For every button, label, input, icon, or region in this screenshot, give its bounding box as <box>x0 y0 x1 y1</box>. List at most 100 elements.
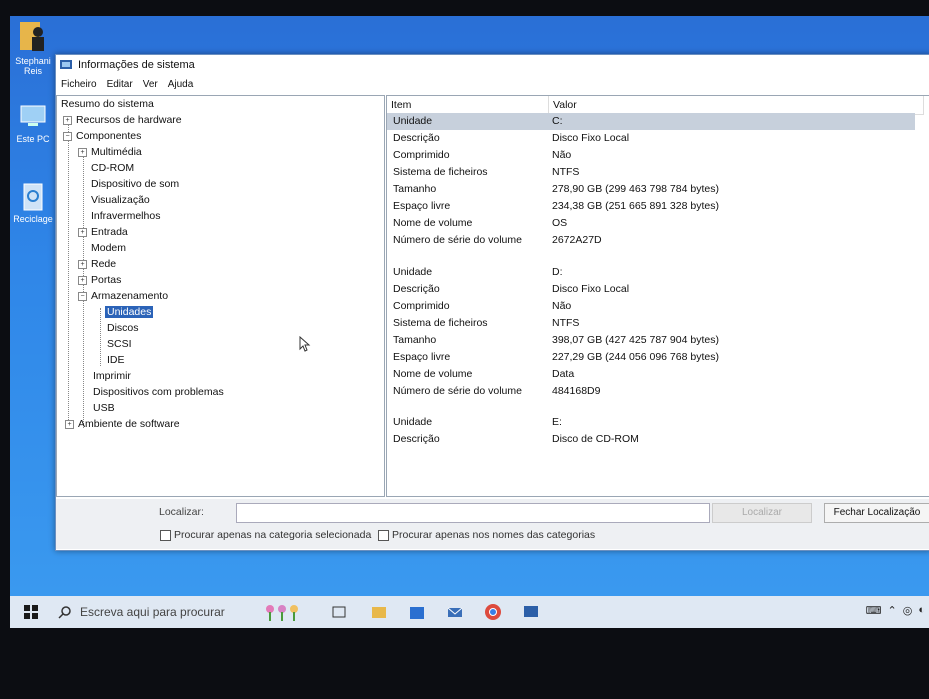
tree-item-hardware-resources[interactable]: + Recursos de hardware <box>63 114 182 126</box>
tree-guide <box>68 116 69 428</box>
file-explorer-icon[interactable] <box>370 603 388 621</box>
row-value: 234,38 GB (251 665 891 328 bytes) <box>552 200 719 212</box>
tree-item-label: Resumo do sistema <box>61 98 154 110</box>
row-item: Nome de volume <box>393 217 473 229</box>
table-row[interactable]: Comprimido Não <box>387 147 915 164</box>
search-names-checkbox[interactable]: Procurar apenas nos nomes das categorias <box>378 529 595 541</box>
table-row[interactable]: Nome de volume Data <box>387 366 915 383</box>
recycle-bin-icon <box>23 183 43 211</box>
chevron-up-icon[interactable]: ⌃ <box>888 604 897 617</box>
mail-icon[interactable] <box>446 603 464 621</box>
collapse-minus-icon[interactable]: − <box>63 131 72 141</box>
table-row[interactable]: Espaço livre 227,29 GB (244 056 096 768 b… <box>387 349 915 366</box>
tree-item-label: Modem <box>91 242 127 254</box>
tree-item-label: Ambiente de software <box>78 418 180 430</box>
chrome-icon[interactable] <box>484 603 502 621</box>
tree-item-disks[interactable]: Discos <box>107 322 139 334</box>
row-item: Espaço livre <box>393 351 451 363</box>
table-row[interactable]: Espaço livre 234,38 GB (251 665 891 328 b… <box>387 198 915 215</box>
tree-item-print[interactable]: Imprimir <box>93 370 131 382</box>
tree-item-components[interactable]: − Componentes <box>63 130 141 142</box>
row-value: 484168D9 <box>552 385 601 397</box>
checkbox-box[interactable] <box>378 529 389 541</box>
table-row[interactable]: Número de série do volume 484168D9 <box>387 383 915 400</box>
title-bar[interactable]: Informações de sistema <box>56 55 929 75</box>
row-item: Sistema de ficheiros <box>393 166 488 178</box>
table-row[interactable]: Unidade E: <box>387 414 915 431</box>
desktop-icon-label: Reis <box>23 66 42 76</box>
desktop-icon-user-folder[interactable]: Stephani Reis <box>10 18 56 76</box>
tree-item-problem-devices[interactable]: Dispositivos com problemas <box>93 386 224 398</box>
table-row[interactable]: Unidade D: <box>387 264 915 281</box>
details-panel: Item Valor Unidade C: Descrição Disco Fixo … <box>386 95 929 497</box>
tree-item-ide[interactable]: IDE <box>107 354 125 366</box>
row-value: 398,07 GB (427 425 787 904 bytes) <box>552 334 719 346</box>
tree-item-scsi[interactable]: SCSI <box>107 338 132 350</box>
expand-plus-icon[interactable]: + <box>78 275 87 285</box>
tree-item-display[interactable]: Visualização <box>91 194 150 206</box>
row-value: E: <box>552 416 562 428</box>
desktop-icon-recycle-bin[interactable]: Reciclage <box>10 180 56 224</box>
tree-item-sound[interactable]: Dispositivo de som <box>91 178 179 190</box>
windows-start-icon[interactable] <box>22 603 40 621</box>
speaker-icon[interactable]: ◐ <box>918 604 925 617</box>
row-item: Tamanho <box>393 183 437 195</box>
menu-ver[interactable]: Ver <box>138 79 163 90</box>
row-value: NTFS <box>552 317 580 329</box>
close-find-button[interactable]: Fechar Localização <box>824 503 929 523</box>
tree-item-ports[interactable]: + Portas <box>78 274 121 286</box>
category-tree[interactable]: Resumo do sistema + Recursos de hardware … <box>56 95 385 497</box>
expand-plus-icon[interactable]: + <box>78 147 87 157</box>
taskbar-search[interactable]: Escreva aqui para procurar <box>48 596 258 628</box>
tree-item-input[interactable]: + Entrada <box>78 226 128 238</box>
expand-plus-icon[interactable]: + <box>65 419 74 429</box>
system-info-taskbar-icon[interactable] <box>522 603 540 621</box>
tree-item-infrared[interactable]: Infravermelhos <box>91 210 160 222</box>
table-row[interactable]: Tamanho 398,07 GB (427 425 787 904 bytes) <box>387 332 915 349</box>
tree-item-label: Portas <box>91 274 122 286</box>
tree-item-software-environment[interactable]: + Ambiente de software <box>65 418 180 430</box>
tree-item-label: Multimédia <box>91 146 142 158</box>
expand-plus-icon[interactable]: + <box>78 259 87 269</box>
network-icon[interactable]: ◎ <box>903 604 913 617</box>
tree-item-cdrom[interactable]: CD-ROM <box>91 162 134 174</box>
tree-item-storage[interactable]: − Armazenamento <box>78 290 168 302</box>
table-row[interactable]: Número de série do volume 2672A27D <box>387 232 915 249</box>
task-view-icon[interactable] <box>330 603 348 621</box>
find-input[interactable] <box>236 503 710 523</box>
tree-item-system-summary[interactable]: Resumo do sistema <box>61 98 154 110</box>
table-row[interactable]: Descrição Disco de CD-ROM <box>387 431 915 448</box>
table-row[interactable]: Unidade C: <box>387 113 915 130</box>
menu-ficheiro[interactable]: Ficheiro <box>56 79 102 90</box>
search-category-checkbox[interactable]: Procurar apenas na categoria selecionada <box>160 529 371 541</box>
table-row[interactable]: Descrição Disco Fixo Local <box>387 281 915 298</box>
tree-item-multimedia[interactable]: + Multimédia <box>78 146 142 158</box>
tree-item-drives[interactable]: Unidades <box>105 306 154 318</box>
menu-editar[interactable]: Editar <box>102 79 138 90</box>
store-icon[interactable] <box>408 603 426 621</box>
tree-item-label: USB <box>93 402 115 414</box>
tree-item-usb[interactable]: USB <box>93 402 115 414</box>
tree-item-label: Dispositivos com problemas <box>93 386 224 398</box>
tree-item-modem[interactable]: Modem <box>91 242 126 254</box>
system-info-app-icon <box>60 60 72 69</box>
expand-plus-icon[interactable]: + <box>63 115 72 125</box>
table-row[interactable]: Descrição Disco Fixo Local <box>387 130 915 147</box>
desktop-icon-this-pc[interactable]: Este PC <box>10 102 56 144</box>
checkbox-box[interactable] <box>160 529 171 541</box>
keyboard-icon[interactable]: ⌨ <box>866 604 882 617</box>
table-row[interactable]: Nome de volume OS <box>387 215 915 232</box>
collapse-minus-icon[interactable]: − <box>78 291 87 301</box>
table-row[interactable]: Tamanho 278,90 GB (299 463 798 784 bytes) <box>387 181 915 198</box>
row-item: Unidade <box>393 416 433 428</box>
find-button[interactable]: Localizar <box>712 503 812 523</box>
tree-item-network[interactable]: + Rede <box>78 258 116 270</box>
expand-plus-icon[interactable]: + <box>78 227 87 237</box>
table-row[interactable]: Sistema de ficheiros NTFS <box>387 164 915 181</box>
table-row[interactable]: Sistema de ficheiros NTFS <box>387 315 915 332</box>
find-bar: Localizar: Localizar Fechar Localização … <box>56 499 929 549</box>
row-item: Nome de volume <box>393 368 473 380</box>
table-row[interactable]: Comprimido Não <box>387 298 915 315</box>
desktop: Stephani Reis Este PC Reciclage Informaç… <box>10 16 929 628</box>
menu-ajuda[interactable]: Ajuda <box>163 79 199 90</box>
